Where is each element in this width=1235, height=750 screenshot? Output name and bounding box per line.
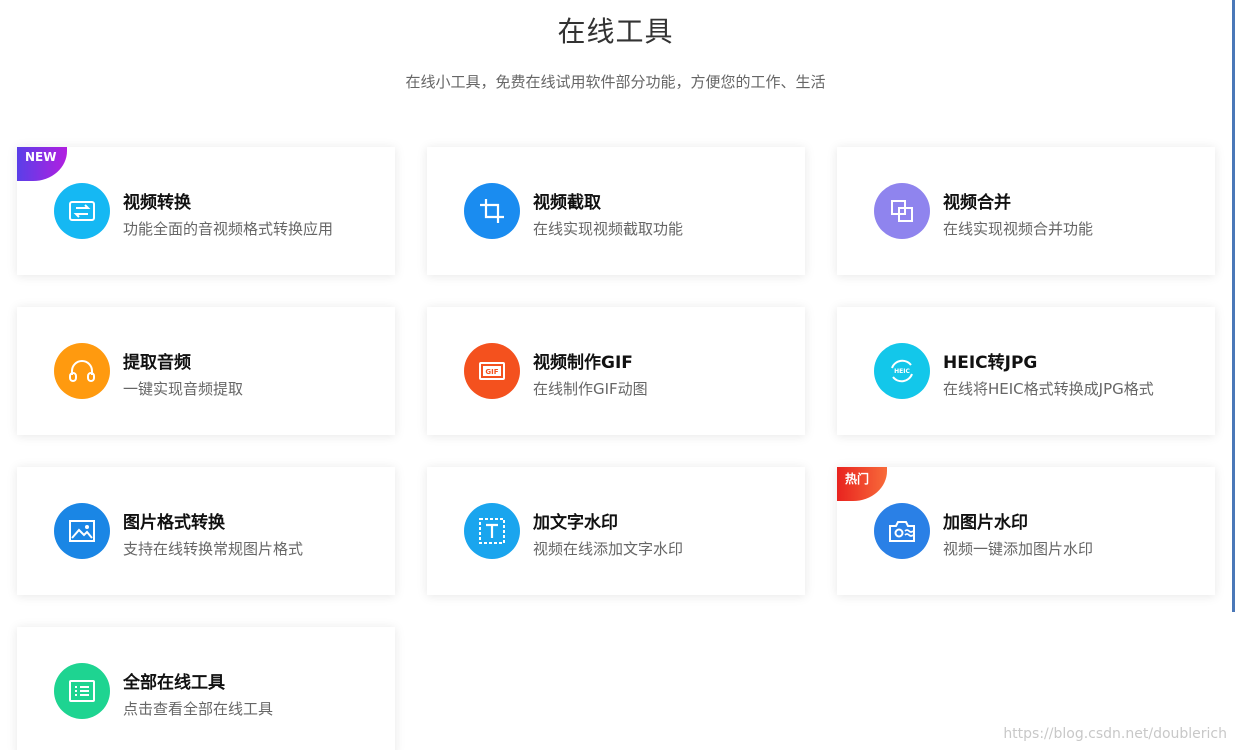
tool-card-image-watermark[interactable]: 热门 加图片水印 视频一键添加图片水印	[837, 467, 1215, 595]
card-desc: 在线制作GIF动图	[533, 380, 648, 398]
text-watermark-icon	[464, 503, 520, 559]
tool-card-video-convert[interactable]: NEW 视频转换 功能全面的音视频格式转换应用	[17, 147, 395, 275]
tool-card-all-tools[interactable]: 全部在线工具 点击查看全部在线工具	[17, 627, 395, 750]
headphones-icon	[54, 343, 110, 399]
tool-card-text-watermark[interactable]: 加文字水印 视频在线添加文字水印	[427, 467, 805, 595]
card-desc: 在线实现视频截取功能	[533, 220, 684, 238]
card-desc: 视频一键添加图片水印	[943, 540, 1094, 558]
card-title: 视频截取	[533, 193, 601, 213]
new-badge: NEW	[17, 147, 67, 181]
source-watermark: https://blog.csdn.net/doublerich	[1003, 726, 1227, 742]
card-title: 加图片水印	[943, 513, 1028, 533]
card-title: 提取音频	[123, 353, 191, 373]
online-tools-page: 在线工具 在线小工具，免费在线试用软件部分功能，方便您的工作、生活 NEW 视频…	[0, 0, 1235, 750]
card-title: 加文字水印	[533, 513, 618, 533]
camera-watermark-icon	[874, 503, 930, 559]
page-title: 在线工具	[557, 15, 674, 48]
gif-icon: GIF	[464, 343, 520, 399]
card-title: 全部在线工具	[123, 673, 225, 693]
card-title: 图片格式转换	[123, 513, 225, 533]
card-title: 视频制作GIF	[533, 353, 633, 373]
swap-icon	[54, 183, 110, 239]
card-title: HEIC转JPG	[943, 353, 1038, 373]
card-desc: 在线实现视频合并功能	[943, 220, 1094, 238]
card-desc: 一键实现音频提取	[123, 380, 244, 398]
image-icon	[54, 503, 110, 559]
list-icon	[54, 663, 110, 719]
card-desc: 在线将HEIC格式转换成JPG格式	[943, 380, 1154, 398]
card-title: 视频转换	[123, 193, 191, 213]
tool-card-video-crop[interactable]: 视频截取 在线实现视频截取功能	[427, 147, 805, 275]
hot-badge: 热门	[837, 467, 887, 501]
hot-badge-label: 热门	[845, 472, 870, 486]
crop-icon	[464, 183, 520, 239]
new-badge-label: NEW	[25, 150, 57, 164]
tool-card-video-merge[interactable]: 视频合并 在线实现视频合并功能	[837, 147, 1215, 275]
card-desc: 视频在线添加文字水印	[533, 540, 684, 558]
tool-card-image-convert[interactable]: 图片格式转换 支持在线转换常规图片格式	[17, 467, 395, 595]
heic-icon: HEIC	[874, 343, 930, 399]
svg-text:GIF: GIF	[485, 368, 498, 376]
tool-card-heic-jpg[interactable]: HEIC HEIC转JPG 在线将HEIC格式转换成JPG格式	[837, 307, 1215, 435]
tool-card-video-gif[interactable]: GIF 视频制作GIF 在线制作GIF动图	[427, 307, 805, 435]
card-desc: 功能全面的音视频格式转换应用	[123, 220, 334, 238]
merge-icon	[874, 183, 930, 239]
card-title: 视频合并	[943, 193, 1011, 213]
heic-icon-text: HEIC	[894, 368, 910, 375]
tool-card-extract-audio[interactable]: 提取音频 一键实现音频提取	[17, 307, 395, 435]
page-subtitle: 在线小工具，免费在线试用软件部分功能，方便您的工作、生活	[405, 73, 826, 91]
card-desc: 支持在线转换常规图片格式	[123, 540, 304, 558]
card-desc: 点击查看全部在线工具	[123, 700, 274, 718]
